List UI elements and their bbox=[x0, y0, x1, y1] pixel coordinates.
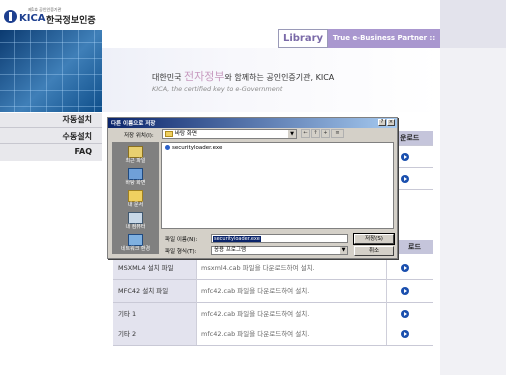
logo-brand: KICA bbox=[19, 13, 46, 24]
left-menu: 자동설치 수동설치 FAQ bbox=[0, 113, 102, 161]
banner-slogan-suffix: 와 함께하는 공인인증기관, KICA bbox=[224, 73, 335, 82]
banner-english: KICA, the certified key to e-Government bbox=[152, 85, 283, 93]
table-row-name: 기타 2 bbox=[113, 323, 196, 345]
banner-slogan-highlight: 전자정부 bbox=[183, 70, 225, 83]
dialog-title: 다른 이름으로 저장 bbox=[111, 121, 156, 127]
table-row-name: MSXML4 설치 파일 bbox=[113, 257, 196, 279]
table-row-download bbox=[386, 323, 433, 345]
filetype-label: 파일 형식(T): bbox=[165, 249, 197, 255]
place-computer[interactable]: 내 컴퓨터 bbox=[112, 210, 159, 230]
place-label: 최근 파일 bbox=[125, 158, 146, 164]
banner-slogan-prefix: 대한민국 bbox=[152, 73, 184, 82]
library-tabs: Library True e-Business Partner :: bbox=[278, 29, 440, 48]
table-row-desc: msxml4.cab 파일을 다운로드하여 설치. bbox=[196, 257, 386, 279]
header-area bbox=[102, 0, 440, 30]
place-label: 네트워크 환경 bbox=[120, 246, 151, 252]
save-button[interactable]: 저장(S) bbox=[353, 233, 395, 245]
download-arrow-icon[interactable] bbox=[401, 153, 409, 161]
table-row-download bbox=[386, 280, 433, 302]
chevron-down-icon[interactable]: ▼ bbox=[288, 130, 296, 138]
kica-logo[interactable]: 제1호 공인인증기관 KICA 한국정보인증 bbox=[4, 7, 96, 27]
filename-value: securityloader.exe bbox=[213, 236, 261, 242]
right-background-top bbox=[440, 0, 506, 48]
filetype-select[interactable]: 응용 프로그램 ▼ bbox=[211, 246, 348, 255]
folder-icon bbox=[165, 131, 173, 137]
place-network[interactable]: 네트워크 환경 bbox=[112, 232, 159, 252]
help-button[interactable]: ? bbox=[378, 119, 386, 126]
place-label: 바탕 화면 bbox=[125, 180, 146, 186]
logo-mark-icon bbox=[4, 10, 17, 23]
place-recent[interactable]: 최근 파일 bbox=[112, 144, 159, 164]
filename-input[interactable]: securityloader.exe bbox=[211, 234, 348, 243]
place-documents[interactable]: 내 문서 bbox=[112, 188, 159, 208]
table-row-download bbox=[386, 303, 433, 325]
dialog-titlebar[interactable]: 다른 이름으로 저장 ? × bbox=[108, 118, 397, 128]
cancel-button[interactable]: 취소 bbox=[354, 246, 394, 256]
download-arrow-icon[interactable] bbox=[401, 310, 409, 318]
look-in-label: 저장 위치(I): bbox=[124, 133, 154, 139]
back-icon[interactable]: ← bbox=[301, 129, 310, 138]
banner-slogan: 대한민국 전자정부와 함께하는 공인인증기관, KICA bbox=[152, 68, 334, 84]
file-item-name: securityloader.exe bbox=[172, 145, 223, 151]
table-row-name: 기타 1 bbox=[113, 303, 196, 325]
menu-faq[interactable]: FAQ bbox=[74, 147, 92, 156]
right-background bbox=[440, 0, 506, 375]
place-label: 내 컴퓨터 bbox=[125, 224, 146, 230]
menu-auto-install[interactable]: 자동설치 bbox=[63, 114, 92, 125]
up-folder-icon[interactable]: ↑ bbox=[311, 129, 320, 138]
download-arrow-icon[interactable] bbox=[401, 330, 409, 338]
table-row-desc: mfc42.cab 파일을 다운로드하여 설치. bbox=[196, 303, 386, 325]
table-row-desc: mfc42.cab 파일을 다운로드하여 설치. bbox=[196, 280, 386, 302]
filetype-value: 응용 프로그램 bbox=[214, 247, 247, 253]
download-arrow-icon[interactable] bbox=[401, 287, 409, 295]
table-row-download bbox=[386, 257, 433, 279]
new-folder-icon[interactable]: + bbox=[321, 129, 330, 138]
exe-file-icon bbox=[165, 145, 170, 150]
left-column: 제1호 공인인증기관 KICA 한국정보인증 자동설치 수동설치 FAQ bbox=[0, 0, 102, 375]
look-in-value: 바탕 화면 bbox=[175, 131, 197, 137]
tab-partner[interactable]: True e-Business Partner :: bbox=[328, 29, 440, 48]
close-button[interactable]: × bbox=[387, 119, 395, 126]
file-list[interactable]: securityloader.exe bbox=[161, 142, 394, 229]
chevron-down-icon[interactable]: ▼ bbox=[340, 247, 347, 254]
tab-library[interactable]: Library bbox=[278, 29, 328, 48]
place-label: 내 문서 bbox=[127, 202, 144, 208]
file-item[interactable]: securityloader.exe bbox=[165, 145, 222, 151]
left-banner-image bbox=[0, 30, 102, 112]
download-arrow-icon[interactable] bbox=[401, 175, 409, 183]
place-desktop[interactable]: 바탕 화면 bbox=[112, 166, 159, 186]
filename-label: 파일 이름(N): bbox=[165, 237, 198, 243]
look-in-select[interactable]: 바탕 화면 ▼ bbox=[162, 129, 297, 139]
logo-korean-name: 한국정보인증 bbox=[46, 16, 96, 26]
menu-manual-install[interactable]: 수동설치 bbox=[63, 131, 92, 142]
places-bar: 최근 파일 바탕 화면 내 문서 내 컴퓨터 네트워크 환경 bbox=[112, 142, 159, 254]
download-arrow-icon[interactable] bbox=[401, 264, 409, 272]
table-row-desc: mfc42.cab 파일을 다운로드하여 설치. bbox=[196, 323, 386, 345]
main-banner: 대한민국 전자정부와 함께하는 공인인증기관, KICA KICA, the c… bbox=[102, 48, 440, 112]
table-row-name: MFC42 설치 파일 bbox=[113, 280, 196, 302]
save-as-dialog: 다른 이름으로 저장 ? × 저장 위치(I): 바탕 화면 ▼ ← ↑ + ≡… bbox=[107, 117, 398, 259]
view-menu-icon[interactable]: ≡ bbox=[331, 129, 344, 138]
